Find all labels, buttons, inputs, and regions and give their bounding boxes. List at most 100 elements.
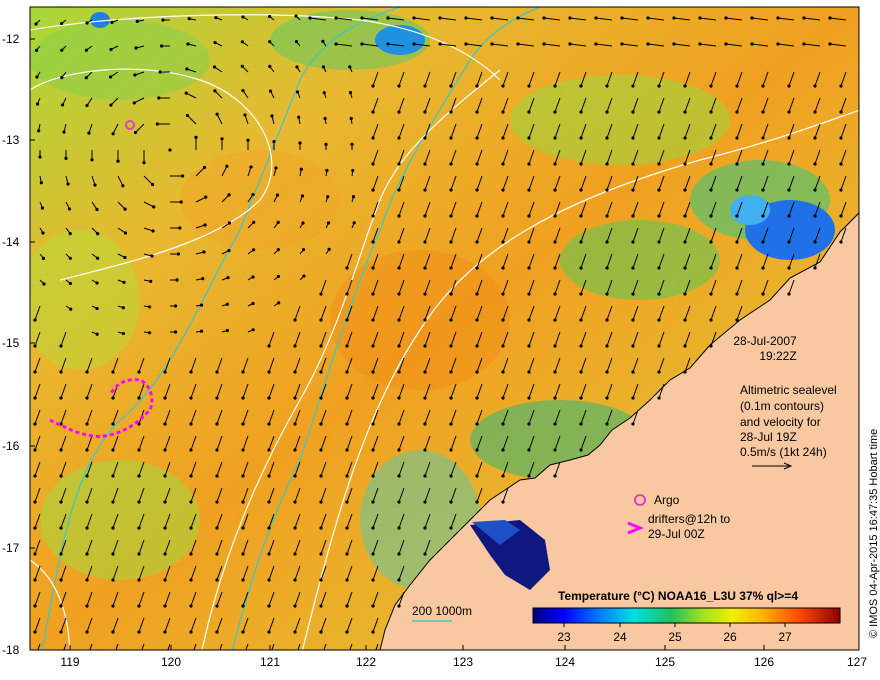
velocity-arrow-head (163, 448, 167, 452)
colorbar-title: Temperature (°C) NOAA16_L3U 37% ql>=4 (558, 589, 798, 603)
velocity-arrow-head (813, 162, 817, 166)
velocity-arrow-head (293, 396, 297, 400)
velocity-arrow-head (275, 193, 280, 197)
velocity-arrow-head (241, 578, 245, 582)
velocity-arrow-head (527, 370, 531, 374)
velocity-arrow-head (67, 207, 72, 211)
velocity-arrow-head (605, 318, 609, 322)
velocity-arrow-head (605, 84, 609, 88)
velocity-arrow-head (123, 231, 128, 235)
velocity-arrow-head (299, 167, 303, 171)
y-tick-label: -16 (2, 439, 20, 453)
velocity-arrow-head (39, 181, 43, 185)
velocity-arrow-head (202, 165, 207, 170)
velocity-arrow-head (194, 135, 198, 139)
velocity-arrow-head (397, 110, 401, 114)
velocity-arrow-head (475, 292, 479, 296)
velocity-arrow-head (189, 630, 193, 634)
velocity-arrow-head (360, 16, 364, 20)
sst-map: 119 120 121 122 123 124 125 126 127 -12 … (2, 6, 880, 669)
velocity-arrow-head (761, 266, 765, 270)
velocity-arrow-head (735, 292, 739, 296)
velocity-arrow-head (189, 422, 193, 426)
velocity-arrow-head (501, 474, 505, 478)
velocity-arrow-head (251, 301, 255, 306)
altimetry-line-2: (0.1m contours) (740, 399, 824, 413)
velocity-arrow-head (397, 578, 401, 582)
velocity-arrow-head (108, 75, 113, 79)
velocity-arrow-head (605, 188, 609, 192)
velocity-arrow-head (85, 552, 89, 556)
velocity-arrow-head (631, 136, 635, 140)
velocity-arrow-head (631, 162, 635, 166)
velocity-arrow-head (111, 422, 115, 426)
velocity-arrow-head (594, 16, 598, 20)
altimetry-line-4: 28-Jul 19Z (740, 430, 797, 444)
velocity-arrow-head (631, 188, 635, 192)
velocity-arrow-head (397, 84, 401, 88)
velocity-arrow-head (657, 162, 661, 166)
velocity-arrow-head (345, 292, 349, 296)
velocity-arrow-head (267, 578, 271, 582)
velocity-arrow-head (35, 75, 39, 79)
velocity-arrow-head (90, 158, 94, 162)
velocity-arrow-head (553, 266, 557, 270)
velocity-arrow-head (34, 22, 38, 26)
velocity-arrow-head (553, 422, 557, 426)
velocity-arrow-head (241, 422, 245, 426)
velocity-arrow-head (423, 422, 427, 426)
velocity-arrow-head (85, 422, 89, 426)
velocity-arrow-head (449, 240, 453, 244)
velocity-arrow-head (397, 214, 401, 218)
x-tick-label: 127 (847, 655, 867, 669)
velocity-arrow-head (163, 604, 167, 608)
velocity-arrow-head (111, 552, 115, 556)
velocity-arrow-head (371, 266, 375, 270)
velocity-arrow-head (59, 500, 63, 504)
velocity-arrow-head (371, 318, 375, 322)
velocity-arrow-head (243, 113, 247, 117)
velocity-arrow-head (267, 604, 271, 608)
velocity-arrow-head (475, 110, 479, 114)
velocity-arrow-head (657, 110, 661, 114)
velocity-arrow-head (111, 604, 115, 608)
velocity-arrow-head (321, 65, 326, 69)
velocity-arrow-head (345, 578, 349, 582)
velocity-arrow-head (321, 39, 325, 43)
velocity-arrow-head (839, 110, 843, 114)
velocity-arrow-head (240, 40, 244, 44)
date-label: 28-Jul-2007 (733, 334, 797, 348)
velocity-arrow-head (475, 396, 479, 400)
velocity-arrow-head (449, 344, 453, 348)
velocity-arrow-head (657, 136, 661, 140)
velocity-arrow-head (189, 552, 193, 556)
velocity-arrow-head (397, 422, 401, 426)
velocity-arrow-head (85, 500, 89, 504)
velocity-arrow-head (527, 448, 531, 452)
argo-legend-label: Argo (654, 493, 680, 507)
velocity-arrow-head (267, 552, 271, 556)
velocity-arrow-head (334, 42, 338, 46)
velocity-arrow-head (813, 136, 817, 140)
velocity-arrow-head (267, 500, 271, 504)
velocity-arrow-head (683, 136, 687, 140)
x-tick-label: 126 (754, 655, 774, 669)
velocity-arrow-head (215, 578, 219, 582)
velocity-arrow-head (475, 188, 479, 192)
velocity-arrow-head (319, 422, 323, 426)
velocity-arrow-head (163, 630, 167, 634)
velocity-arrow-head (349, 116, 353, 121)
velocity-arrow-head (241, 474, 245, 478)
velocity-arrow-head (423, 136, 427, 140)
velocity-arrow-head (672, 16, 676, 20)
velocity-arrow-head (345, 604, 349, 608)
velocity-arrow-head (189, 396, 193, 400)
velocity-arrow-head (605, 266, 609, 270)
velocity-arrow-head (163, 370, 167, 374)
velocity-arrow-head (220, 137, 224, 141)
velocity-arrow-head (553, 370, 557, 374)
velocity-arrow-head (225, 164, 229, 168)
velocity-arrow-head (59, 552, 63, 556)
velocity-arrow-head (657, 370, 661, 374)
velocity-arrow-head (241, 656, 244, 659)
